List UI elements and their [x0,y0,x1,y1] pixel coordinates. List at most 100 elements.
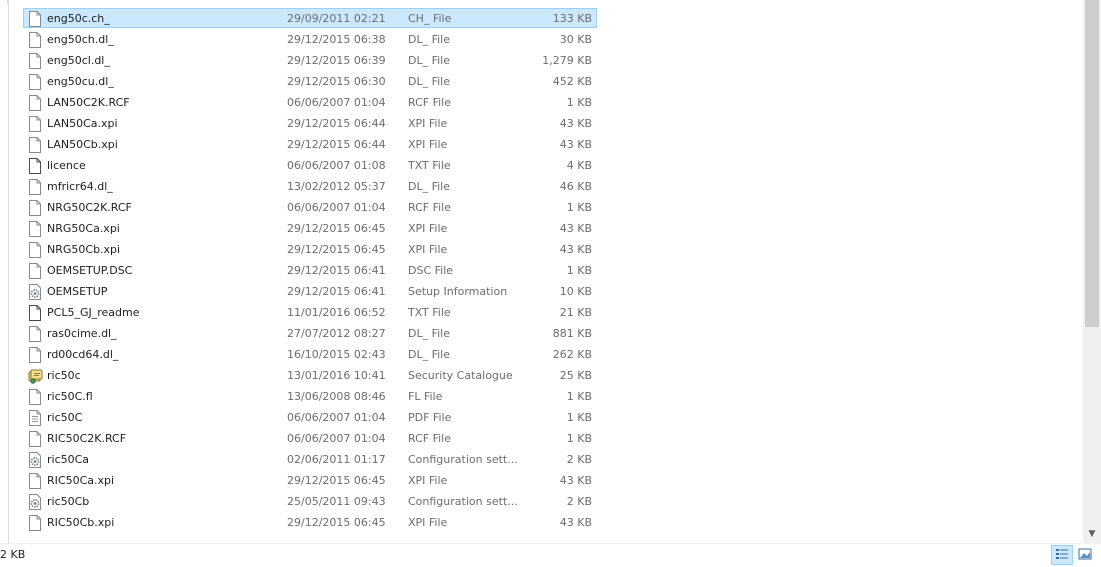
file-size: 43 KB [559,516,592,529]
file-row[interactable]: eng50cl.dl_ 29/12/2015 06:39 DL_ File 1,279… [23,50,597,70]
file-type: RCF File [408,201,452,214]
file-size: 21 KB [559,306,592,319]
file-type: DL_ File [408,348,451,361]
file-type: DSC File [408,264,454,277]
file-type: DL_ File [408,33,451,46]
file-name: ric50C [47,411,83,424]
file-size: 43 KB [559,138,592,151]
file-row[interactable]: eng50c.ch_ 29/09/2011 02:21 CH_ File 133 KB [23,8,597,28]
file-row[interactable]: mfricr64.dl_ 13/02/2012 05:37 DL_ File 46 K… [23,176,597,196]
blank-file-icon [28,200,42,216]
gear-file-icon [28,494,42,510]
pdf-file-icon [28,410,42,426]
vertical-scrollbar[interactable]: ▼ [1083,0,1101,543]
file-type: DL_ File [408,75,451,88]
file-date-modified: 29/12/2015 06:45 [287,516,386,529]
file-row[interactable]: RIC50Cb.xpi 29/12/2015 06:45 XPI File 43 KB [23,512,597,532]
file-date-modified: 29/12/2015 06:41 [287,285,386,298]
file-name: RIC50Ca.xpi [47,474,115,487]
file-row[interactable]: ric50Ca 02/06/2011 01:17 Configuration set… [23,449,597,469]
blank-file-icon [28,326,42,342]
blank-file-icon [28,74,42,90]
file-date-modified: 13/02/2012 05:37 [287,180,386,193]
file-date-modified: 29/12/2015 06:39 [287,54,386,67]
file-type: PDF File [408,411,452,424]
file-row[interactable]: LAN50C2K.RCF 06/06/2007 01:04 RCF File 1 KB [23,92,597,112]
scrollbar-thumb[interactable] [1085,0,1099,327]
file-date-modified: 29/12/2015 06:38 [287,33,386,46]
text-file-icon [28,305,42,321]
status-bar: 2 KB [0,543,1101,566]
file-type: XPI File [408,222,448,235]
details-view-button[interactable] [1051,545,1073,565]
file-size: 881 KB [552,327,592,340]
file-row[interactable]: OEMSETUP.DSC 29/12/2015 06:41 DSC File 1 KB [23,260,597,280]
file-row[interactable]: PCL5_GJ_readme 11/01/2016 06:52 TXT File 21… [23,302,597,322]
file-row[interactable]: rd00cd64.dl_ 16/10/2015 02:43 DL_ File 262 … [23,344,597,364]
file-row[interactable]: RIC50Ca.xpi 29/12/2015 06:45 XPI File 43 KB [23,470,597,490]
blank-file-icon [28,11,42,27]
file-row[interactable]: LAN50Ca.xpi 29/12/2015 06:44 XPI File 43 KB [23,113,597,133]
file-row[interactable]: ric50C 06/06/2007 01:04 PDF File 1 KB [23,407,597,427]
file-name: LAN50Ca.xpi [47,117,118,130]
file-type: RCF File [408,96,452,109]
file-date-modified: 06/06/2007 01:04 [287,411,386,424]
status-selection-size: 2 KB [0,548,26,561]
file-name: PCL5_GJ_readme [47,306,140,319]
file-row[interactable]: LAN50Cb.xpi 29/12/2015 06:44 XPI File 43 KB [23,134,597,154]
file-name: OEMSETUP.DSC [47,264,133,277]
file-row[interactable]: ric50Cb 25/05/2011 09:43 Configuration set… [23,491,597,511]
file-list[interactable]: eng50c.ch_ 29/09/2011 02:21 CH_ File 133 KB… [0,0,1083,543]
blank-file-icon [28,179,42,195]
scroll-down-arrow-icon[interactable]: ▼ [1083,525,1101,543]
file-type: XPI File [408,138,448,151]
file-row[interactable]: ric50C.fl 13/06/2008 08:46 FL File 1 KB [23,386,597,406]
file-size: 1 KB [566,411,592,424]
file-name: ric50C.fl [47,390,93,403]
file-row[interactable]: RIC50C2K.RCF 06/06/2007 01:04 RCF File 1 KB [23,428,597,448]
large-icons-view-button[interactable] [1075,545,1097,565]
file-size: 1,279 KB [542,54,592,67]
file-type: Security Catalogue [408,369,513,382]
file-row[interactable]: licence 06/06/2007 01:08 TXT File 4 KB [23,155,597,175]
blank-file-icon [28,221,42,237]
file-date-modified: 06/06/2007 01:04 [287,432,386,445]
file-size: 10 KB [559,285,592,298]
file-size: 43 KB [559,243,592,256]
file-name: NRG50Ca.xpi [47,222,120,235]
file-row[interactable]: ric50c 13/01/2016 10:41 Security Catalogue… [23,365,597,385]
file-type: XPI File [408,243,448,256]
file-name: LAN50Cb.xpi [47,138,118,151]
file-row[interactable]: eng50cu.dl_ 29/12/2015 06:30 DL_ File 452 K… [23,71,597,91]
blank-file-icon [28,95,42,111]
file-date-modified: 29/12/2015 06:44 [287,117,386,130]
file-size: 1 KB [566,201,592,214]
large-icons-view-icon [1078,548,1092,560]
file-size: 1 KB [566,264,592,277]
file-date-modified: 06/06/2007 01:04 [287,201,386,214]
file-name: eng50cl.dl_ [47,54,110,67]
file-name: ras0cime.dl_ [47,327,117,340]
file-date-modified: 29/12/2015 06:45 [287,474,386,487]
file-row[interactable]: NRG50Ca.xpi 29/12/2015 06:45 XPI File 43 KB [23,218,597,238]
blank-file-icon [28,473,42,489]
file-row[interactable]: NRG50C2K.RCF 06/06/2007 01:04 RCF File 1 KB [23,197,597,217]
file-name: OEMSETUP [47,285,108,298]
file-size: 2 KB [566,495,592,508]
file-name: licence [47,159,86,172]
file-size: 1 KB [566,432,592,445]
file-name: RIC50Cb.xpi [47,516,115,529]
blank-file-icon [28,53,42,69]
file-row[interactable]: eng50ch.dl_ 29/12/2015 06:38 DL_ File 30 KB [23,29,597,49]
file-row[interactable]: NRG50Cb.xpi 29/12/2015 06:45 XPI File 43 KB [23,239,597,259]
file-row[interactable]: OEMSETUP 29/12/2015 06:41 Setup Informatio… [23,281,597,301]
file-date-modified: 11/01/2016 06:52 [287,306,386,319]
file-size: 43 KB [559,222,592,235]
file-date-modified: 02/06/2011 01:17 [287,453,386,466]
file-name: ric50c [47,369,81,382]
file-row[interactable]: ras0cime.dl_ 27/07/2012 08:27 DL_ File 881 … [23,323,597,343]
blank-file-icon [28,263,42,279]
blank-file-icon [28,137,42,153]
file-name: ric50Ca [47,453,90,466]
catalog-file-icon [28,368,43,384]
